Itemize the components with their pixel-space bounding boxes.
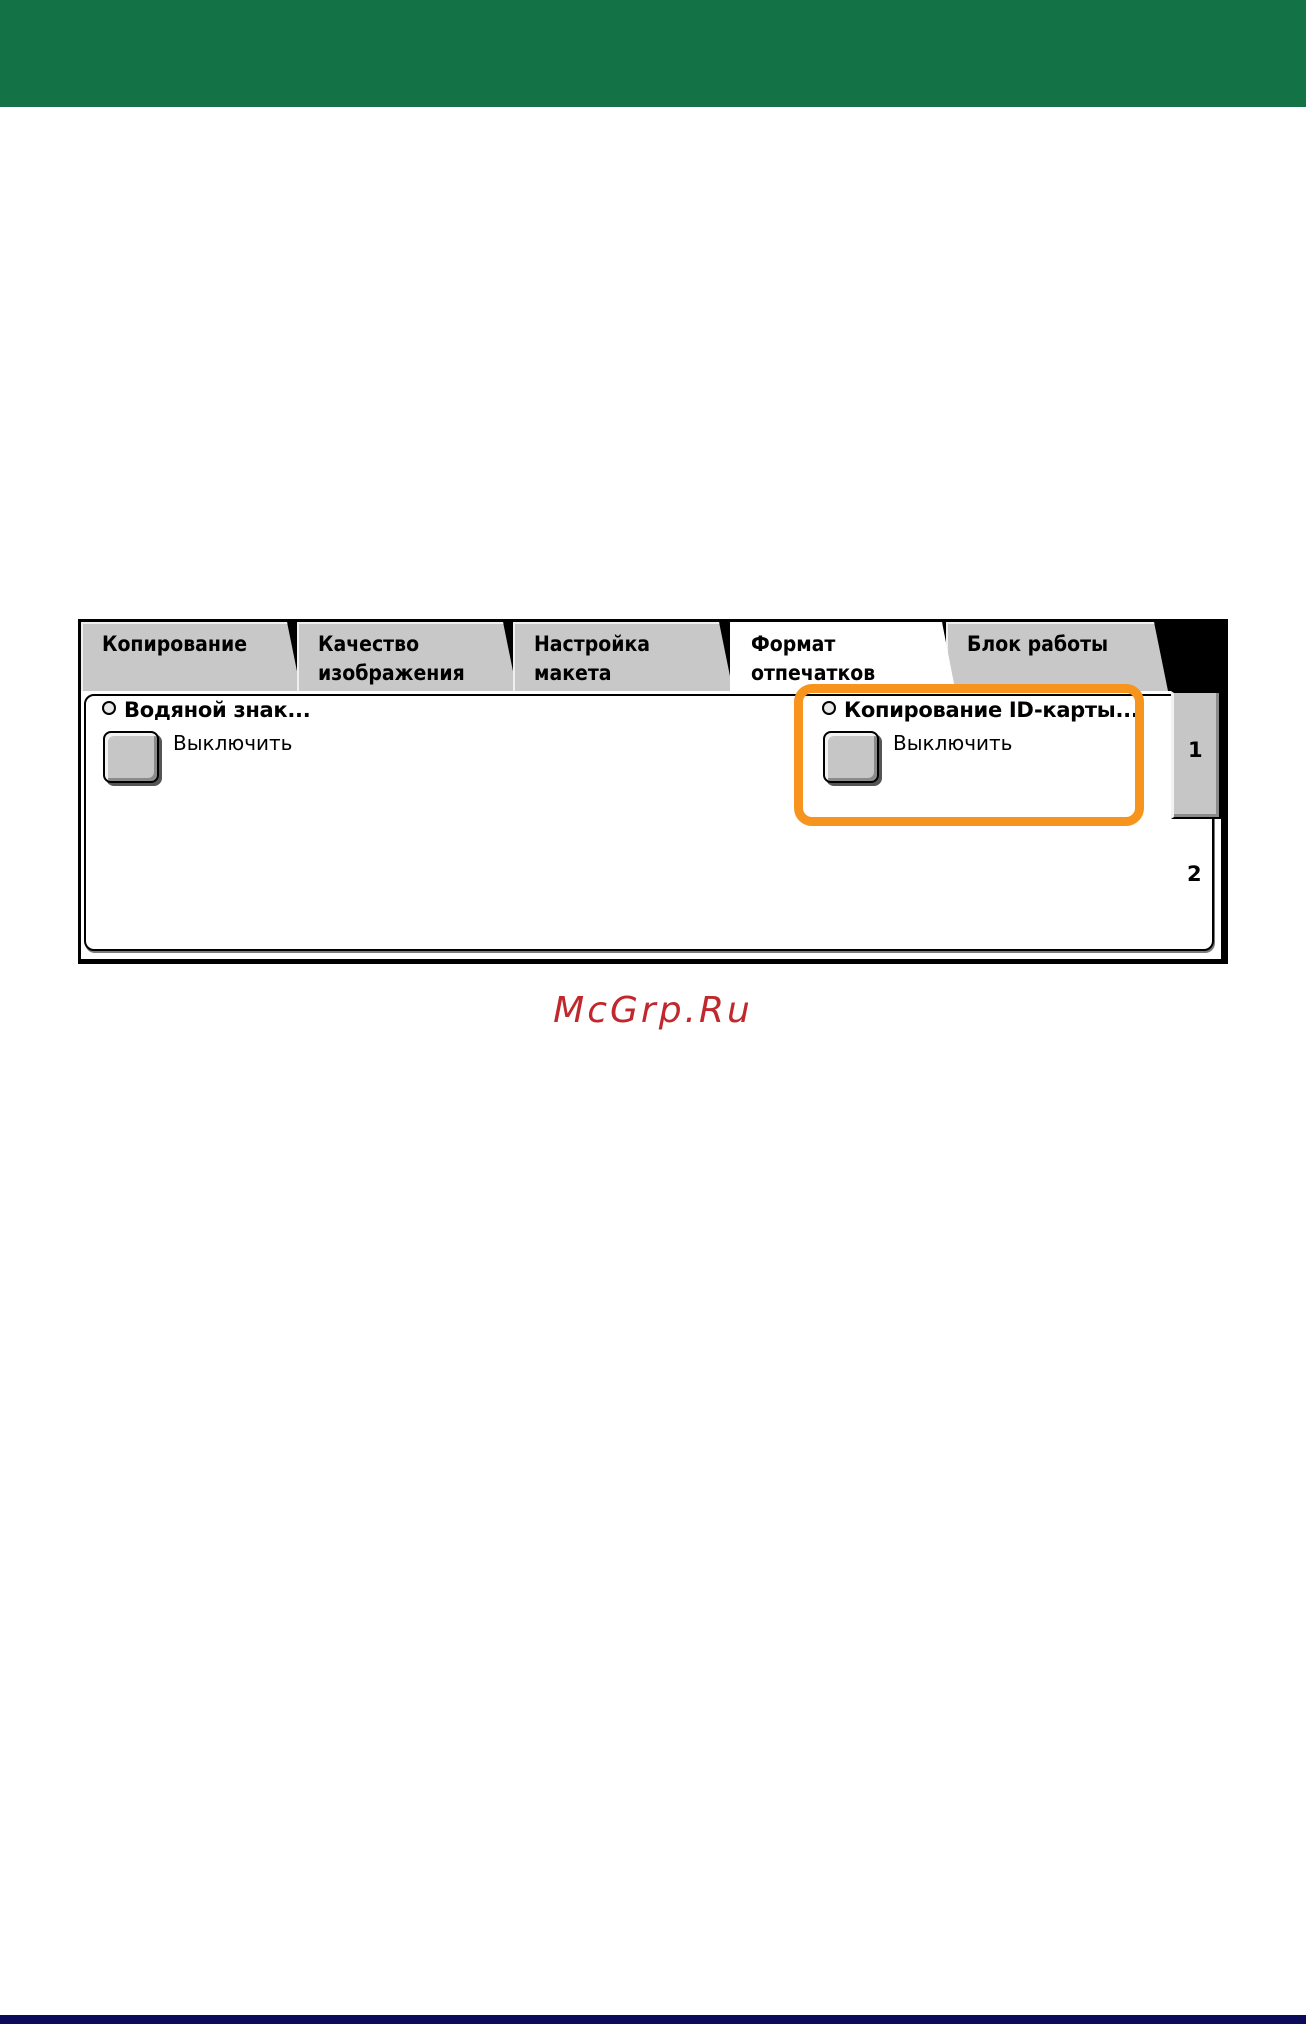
tab-copying[interactable]: Копирование <box>81 622 301 691</box>
page-1-tab[interactable]: 1 <box>1171 691 1221 819</box>
tab-image-quality[interactable]: Качество изображения <box>297 622 517 691</box>
footer-band <box>0 2015 1306 2024</box>
watermark-title-text: Водяной знак... <box>124 698 311 722</box>
watermark-value: Выключить <box>173 731 293 755</box>
page-1-label: 1 <box>1188 738 1203 762</box>
status-indicator-icon <box>102 701 116 715</box>
site-watermark: McGrp.Ru <box>553 990 753 1031</box>
tab-layout-adjustment[interactable]: Настройка макета <box>513 622 733 691</box>
page-2-label[interactable]: 2 <box>1187 862 1202 886</box>
header-band <box>0 0 1306 107</box>
watermark-button[interactable] <box>103 731 159 783</box>
tab-label: Формат отпечатков <box>751 632 876 685</box>
tab-job-assembly[interactable]: Блок работы <box>946 622 1168 691</box>
tab-label: Качество изображения <box>318 632 465 685</box>
highlight-frame <box>794 684 1144 826</box>
tab-label: Копирование <box>102 632 248 656</box>
tab-label: Настройка макета <box>534 632 651 685</box>
tab-label: Блок работы <box>967 632 1109 656</box>
watermark-feature-title: Водяной знак... <box>102 698 311 722</box>
